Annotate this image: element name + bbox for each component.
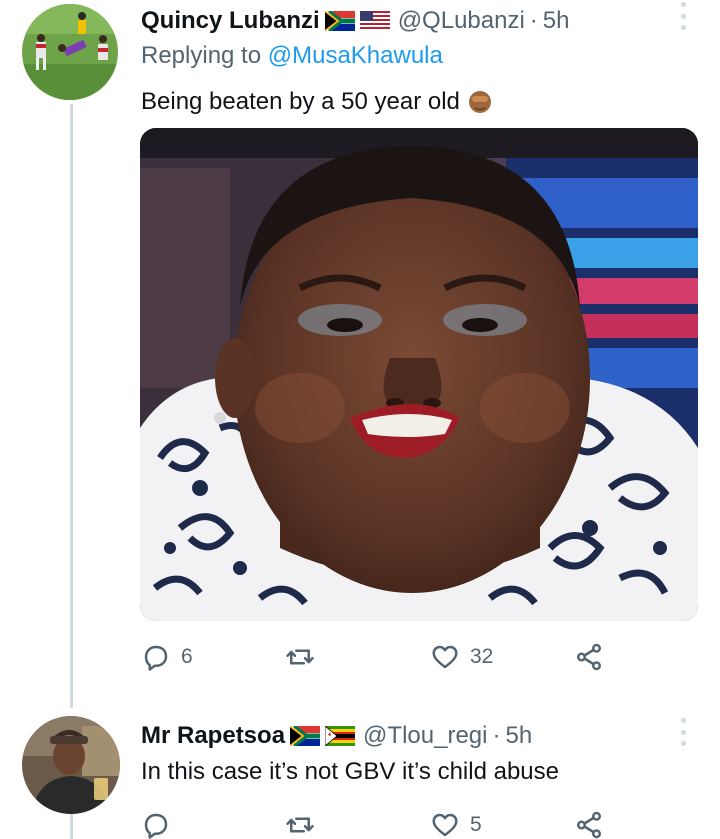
more-options-icon[interactable] <box>678 718 688 746</box>
reply-icon <box>144 813 168 839</box>
reply-button[interactable]: 6 <box>141 642 193 672</box>
share-icon <box>577 643 601 671</box>
more-options-icon[interactable] <box>678 2 688 30</box>
like-count: 5 <box>470 813 482 836</box>
heart-icon <box>432 813 458 837</box>
tweet-body: Being beaten by a 50 year old <box>141 88 460 115</box>
reply-count: 6 <box>181 645 193 668</box>
avatar[interactable] <box>22 716 120 814</box>
share-icon <box>577 811 601 839</box>
handle[interactable]: @Tlou_regi <box>363 722 487 750</box>
reply-button[interactable] <box>141 810 181 839</box>
separator: · <box>529 7 538 34</box>
tweet-text: Being beaten by a 50 year old <box>141 86 494 116</box>
display-name[interactable]: Quincy Lubanzi <box>141 7 320 35</box>
thread-connector-line <box>70 812 73 839</box>
south-africa-flag-icon <box>324 11 355 31</box>
like-count: 32 <box>470 645 494 668</box>
person-facepalming-emoji-icon <box>466 86 494 114</box>
like-button[interactable]: 32 <box>430 642 493 672</box>
thread-connector-line <box>70 104 73 708</box>
tweet-text: In this case it’s not GBV it’s child abu… <box>141 758 559 785</box>
avatar[interactable] <box>22 4 118 100</box>
retweet-icon <box>286 817 314 833</box>
tweet-header: Mr Rapetsoa @Tlou_regi · 5h <box>141 720 532 752</box>
retweet-button[interactable] <box>285 642 325 672</box>
heart-icon <box>432 645 458 669</box>
tweet-image[interactable] <box>140 128 698 621</box>
timestamp[interactable]: 5h <box>505 722 532 750</box>
separator: · <box>492 722 501 749</box>
share-button[interactable] <box>574 810 604 839</box>
handle[interactable]: @QLubanzi <box>398 7 525 35</box>
retweet-button[interactable] <box>285 810 325 839</box>
reply-icon <box>144 645 168 671</box>
zimbabwe-flag-icon <box>325 726 356 746</box>
replying-to-mention[interactable]: @MusaKhawula <box>268 42 443 69</box>
replying-to-prefix: Replying to <box>141 42 268 69</box>
south-africa-flag-icon <box>290 726 321 746</box>
retweet-icon <box>286 649 314 665</box>
like-button[interactable]: 5 <box>430 810 482 839</box>
share-button[interactable] <box>574 642 604 672</box>
timestamp[interactable]: 5h <box>543 7 570 35</box>
display-name[interactable]: Mr Rapetsoa <box>141 722 285 750</box>
tweet-header: Quincy Lubanzi @QLubanzi · 5h <box>141 4 570 38</box>
replying-to-line: Replying to @MusaKhawula <box>141 42 443 70</box>
usa-flag-icon <box>359 11 390 31</box>
